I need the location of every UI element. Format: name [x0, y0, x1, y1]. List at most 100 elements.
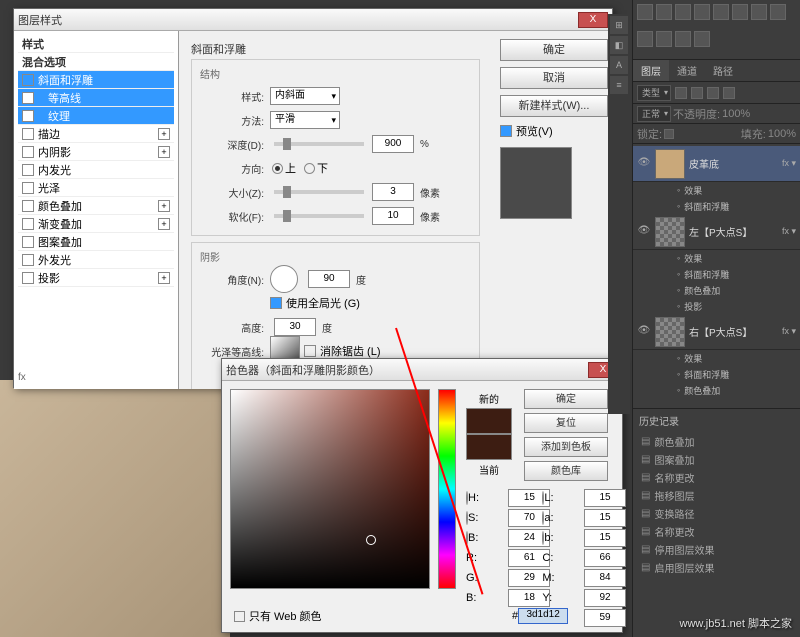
history-item[interactable]: 变换路径	[633, 504, 800, 522]
filter-kind[interactable]: 类型	[637, 85, 671, 101]
panel-icon[interactable]	[637, 4, 653, 20]
effect-checkbox[interactable]	[22, 128, 34, 140]
effect-item[interactable]: 描边+	[18, 125, 174, 143]
cp-color-libs-button[interactable]: 颜色库	[524, 461, 608, 481]
altitude-input[interactable]: 30	[274, 318, 316, 336]
color-field[interactable]	[230, 389, 430, 589]
antialias-checkbox[interactable]	[304, 345, 316, 357]
effect-checkbox[interactable]	[22, 74, 34, 86]
layer-thumb[interactable]	[655, 149, 685, 179]
fx-line[interactable]: 投影	[633, 298, 800, 314]
fx-badge[interactable]: fx ▾	[782, 226, 796, 237]
direction-up-radio[interactable]	[272, 163, 283, 174]
tool-icon[interactable]: ≡	[610, 76, 628, 94]
cp-add-swatch-button[interactable]: 添加到色板	[524, 437, 608, 457]
effect-item[interactable]: 渐变叠加+	[18, 215, 174, 233]
global-light-checkbox[interactable]	[270, 297, 282, 309]
fx-badge[interactable]: fx ▾	[782, 326, 796, 337]
fx-line[interactable]: 斜面和浮雕	[633, 366, 800, 382]
layer-style-titlebar[interactable]: 图层样式 X	[14, 9, 612, 31]
tab-layers[interactable]: 图层	[633, 60, 669, 81]
angle-input[interactable]: 90	[308, 270, 350, 288]
history-item[interactable]: 图案叠加	[633, 450, 800, 468]
effect-checkbox[interactable]	[22, 272, 34, 284]
tab-paths[interactable]: 路径	[705, 60, 741, 81]
tool-icon[interactable]: ⊞	[610, 16, 628, 34]
angle-dial[interactable]	[270, 265, 298, 293]
effect-item[interactable]: 内阴影+	[18, 143, 174, 161]
layer-item[interactable]: 👁右【P大点S】fx ▾	[633, 314, 800, 350]
fx-line[interactable]: 颜色叠加	[633, 282, 800, 298]
effect-checkbox[interactable]	[22, 110, 34, 122]
plus-icon[interactable]: +	[158, 200, 170, 212]
style-dropdown[interactable]: 内斜面	[270, 87, 340, 105]
h-radio[interactable]	[466, 491, 468, 505]
blend-mode-dropdown[interactable]: 正常	[637, 106, 671, 122]
effect-item[interactable]: 内发光	[18, 161, 174, 179]
hex-input[interactable]: 3d1d12	[518, 608, 568, 624]
effect-checkbox[interactable]	[22, 200, 34, 212]
close-icon[interactable]: X	[578, 12, 608, 28]
effect-item[interactable]: 等高线	[18, 89, 174, 107]
tool-icon[interactable]: ◧	[610, 36, 628, 54]
history-item[interactable]: 拖移图层	[633, 486, 800, 504]
fx-line[interactable]: 斜面和浮雕	[633, 198, 800, 214]
effect-checkbox[interactable]	[22, 164, 34, 176]
effect-checkbox[interactable]	[22, 92, 34, 104]
visibility-icon[interactable]: 👁	[637, 225, 651, 239]
plus-icon[interactable]: +	[158, 146, 170, 158]
effect-item[interactable]: 光泽	[18, 179, 174, 197]
layer-thumb[interactable]	[655, 317, 685, 347]
effect-checkbox[interactable]	[22, 146, 34, 158]
cp-ok-button[interactable]: 确定	[524, 389, 608, 409]
effect-item[interactable]: 斜面和浮雕	[18, 71, 174, 89]
effect-item[interactable]: 投影+	[18, 269, 174, 287]
history-item[interactable]: 名称更改	[633, 468, 800, 486]
layer-item[interactable]: 👁左【P大点S】fx ▾	[633, 214, 800, 250]
method-dropdown[interactable]: 平滑	[270, 111, 340, 129]
fx-line[interactable]: 颜色叠加	[633, 382, 800, 398]
effect-item[interactable]: 颜色叠加+	[18, 197, 174, 215]
preview-checkbox[interactable]	[500, 125, 512, 137]
direction-down-radio[interactable]	[304, 163, 315, 174]
styles-header[interactable]: 样式	[18, 35, 174, 53]
soften-slider[interactable]	[274, 214, 364, 218]
size-slider[interactable]	[274, 190, 364, 194]
blend-options-header[interactable]: 混合选项	[18, 53, 174, 71]
history-item[interactable]: 停用图层效果	[633, 540, 800, 558]
plus-icon[interactable]: +	[158, 272, 170, 284]
fx-badge[interactable]: fx ▾	[782, 158, 796, 169]
cancel-button[interactable]: 取消	[500, 67, 608, 89]
visibility-icon[interactable]: 👁	[637, 325, 651, 339]
depth-slider[interactable]	[274, 142, 364, 146]
new-style-button[interactable]: 新建样式(W)...	[500, 95, 608, 117]
filter-icon[interactable]	[675, 87, 687, 99]
history-item[interactable]: 启用图层效果	[633, 558, 800, 576]
visibility-icon[interactable]: 👁	[637, 157, 651, 171]
fx-line[interactable]: 效果	[633, 182, 800, 198]
lock-icon[interactable]	[664, 129, 674, 139]
plus-icon[interactable]: +	[158, 218, 170, 230]
effect-checkbox[interactable]	[22, 236, 34, 248]
size-input[interactable]: 3	[372, 183, 414, 201]
fx-line[interactable]: 效果	[633, 350, 800, 366]
effect-item[interactable]: 纹理	[18, 107, 174, 125]
fx-line[interactable]: 斜面和浮雕	[633, 266, 800, 282]
web-only-checkbox[interactable]	[234, 611, 245, 622]
effect-checkbox[interactable]	[22, 218, 34, 230]
tool-icon[interactable]: A	[610, 56, 628, 74]
effect-checkbox[interactable]	[22, 182, 34, 194]
layer-thumb[interactable]	[655, 217, 685, 247]
effect-item[interactable]: 外发光	[18, 251, 174, 269]
depth-input[interactable]: 900	[372, 135, 414, 153]
history-item[interactable]: 名称更改	[633, 522, 800, 540]
plus-icon[interactable]: +	[158, 128, 170, 140]
cp-reset-button[interactable]: 复位	[524, 413, 608, 433]
fx-line[interactable]: 效果	[633, 250, 800, 266]
effect-checkbox[interactable]	[22, 254, 34, 266]
tab-channels[interactable]: 通道	[669, 60, 705, 81]
current-color-swatch[interactable]	[466, 434, 512, 460]
soften-input[interactable]: 10	[372, 207, 414, 225]
effect-item[interactable]: 图案叠加	[18, 233, 174, 251]
layer-item[interactable]: 👁皮革底fx ▾	[633, 146, 800, 182]
